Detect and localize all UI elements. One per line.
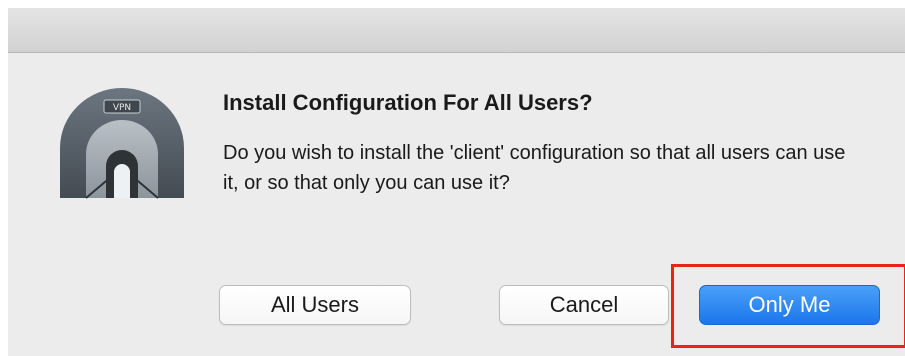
- dialog-titlebar: [8, 8, 905, 53]
- dialog-message: Do you wish to install the 'client' conf…: [223, 142, 846, 194]
- vpn-tunnel-icon: VPN: [60, 88, 184, 199]
- only-me-button[interactable]: Only Me: [699, 285, 880, 325]
- all-users-button[interactable]: All Users: [219, 285, 411, 325]
- vpn-badge-text: VPN: [113, 103, 131, 113]
- dialog-title: Install Configuration For All Users?: [223, 90, 593, 115]
- install-configuration-dialog: VPN Install Configuration For All Users?…: [8, 8, 905, 356]
- cancel-button[interactable]: Cancel: [499, 285, 669, 325]
